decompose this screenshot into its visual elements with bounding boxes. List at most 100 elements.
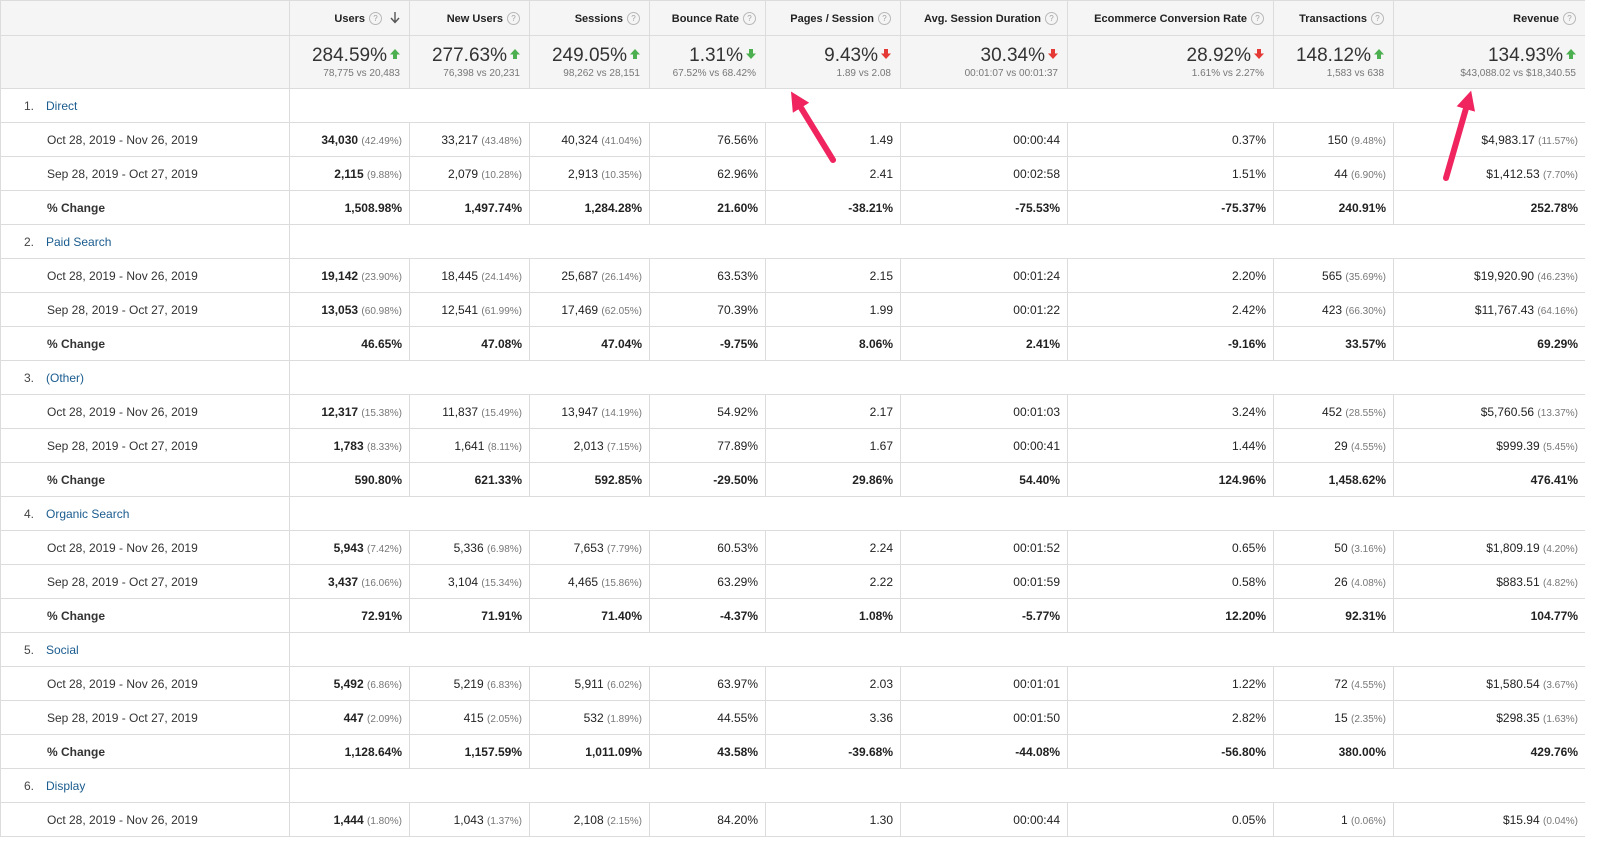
channel-link-organic-search[interactable]: Organic Search xyxy=(46,507,129,521)
help-icon[interactable]: ? xyxy=(627,11,640,25)
metric-share: (14.19%) xyxy=(601,407,642,419)
metric-value: 00:01:59 xyxy=(1013,574,1060,589)
metric-value: 532 xyxy=(583,710,604,725)
metric-value: 12.20% xyxy=(1225,608,1266,623)
metric-value: 00:02:58 xyxy=(1013,166,1060,181)
metric-cell-new-users: 415 (2.05%) xyxy=(409,700,530,735)
metric-cell-users: 72.91% xyxy=(289,598,410,633)
row-label: % Change xyxy=(0,734,290,769)
metric-cell-rev: $883.51 (4.82%) xyxy=(1393,564,1586,599)
metric-cell-asd: 2.41% xyxy=(900,326,1068,361)
metric-value: 0.58% xyxy=(1231,574,1266,589)
metric-value: 1,783 xyxy=(333,438,364,453)
row-label: Oct 28, 2019 - Nov 26, 2019 xyxy=(0,530,290,565)
metric-value: 63.53% xyxy=(717,268,758,283)
arrow-up-icon xyxy=(1566,48,1576,59)
metric-cell-new-users: 1,497.74% xyxy=(409,190,530,225)
metric-value: 565 xyxy=(1322,268,1343,283)
metric-value: 21.60% xyxy=(717,200,758,215)
column-header-row: Users? New Users? Sessions? Bounce Rate? Pag… xyxy=(0,0,1586,36)
channel-link-direct[interactable]: Direct xyxy=(46,99,77,113)
metric-cell-sessions: 1,011.09% xyxy=(529,734,650,769)
metric-share: (60.98%) xyxy=(361,305,402,317)
help-icon[interactable]: ? xyxy=(369,11,382,25)
metric-value: 50 xyxy=(1334,540,1348,555)
channel-link-display[interactable]: Display xyxy=(46,779,85,793)
metric-value: $1,809.19 xyxy=(1486,540,1540,555)
metric-value: 00:01:22 xyxy=(1013,302,1060,317)
column-header-asd[interactable]: Avg. Session Duration? xyxy=(900,0,1068,36)
metric-value: 5,943 xyxy=(333,540,364,555)
help-icon[interactable]: ? xyxy=(507,11,520,25)
metric-cell-trans: 423 (66.30%) xyxy=(1273,292,1394,327)
metric-value: 447 xyxy=(343,710,364,725)
metric-value: -29.50% xyxy=(713,472,758,487)
column-header-bounce[interactable]: Bounce Rate? xyxy=(649,0,766,36)
column-header-new-users[interactable]: New Users? xyxy=(409,0,530,36)
metric-value: 621.33% xyxy=(474,472,522,487)
report-table-container: Users? New Users? Sessions? Bounce Rate? Pag… xyxy=(0,0,1586,837)
metric-cell-pps: 2.22 xyxy=(765,564,901,599)
metric-value: 13,053 xyxy=(321,302,359,317)
row-label: % Change xyxy=(0,598,290,633)
metric-cell-sessions: 4,465 (15.86%) xyxy=(529,564,650,599)
metric-share: (7.42%) xyxy=(366,543,402,555)
metric-value: 63.97% xyxy=(717,676,758,691)
help-icon[interactable]: ? xyxy=(1563,11,1576,25)
column-header-sessions[interactable]: Sessions? xyxy=(529,0,650,36)
metric-cell-new-users: 1,157.59% xyxy=(409,734,530,769)
metric-cell-pps: 1.49 xyxy=(765,122,901,157)
metric-cell-asd: 00:01:50 xyxy=(900,700,1068,735)
metric-value: 1.49 xyxy=(869,132,893,147)
help-icon[interactable]: ? xyxy=(743,11,756,25)
metric-value: 77.89% xyxy=(717,438,758,453)
metric-value: 590.80% xyxy=(354,472,402,487)
metric-value: 2,115 xyxy=(334,166,364,181)
channel-link-social[interactable]: Social xyxy=(46,643,79,657)
metric-cell-ecr: 2.20% xyxy=(1067,258,1274,293)
help-icon[interactable]: ? xyxy=(1251,11,1264,25)
column-header-label: Avg. Session Duration xyxy=(924,12,1041,25)
column-header-rev[interactable]: Revenue? xyxy=(1393,0,1586,36)
metric-value: 2,013 xyxy=(573,438,604,453)
summary-change-text: 284.59% xyxy=(311,44,387,66)
metric-cell-rev: $5,760.56 (13.37%) xyxy=(1393,394,1586,429)
metric-cell-rev: $1,580.54 (3.67%) xyxy=(1393,666,1586,701)
column-header-pps[interactable]: Pages / Session? xyxy=(765,0,901,36)
metric-cell-pps: 1.30 xyxy=(765,802,901,837)
metric-cell-asd: 54.40% xyxy=(900,462,1068,497)
row-label: Oct 28, 2019 - Nov 26, 2019 xyxy=(0,258,290,293)
column-header-ecr[interactable]: Ecommerce Conversion Rate? xyxy=(1067,0,1274,36)
metric-value: 5,911 xyxy=(574,676,604,691)
group-spacer xyxy=(289,632,1586,667)
column-header-label: Pages / Session xyxy=(790,12,874,25)
metric-share: (6.86%) xyxy=(366,679,402,691)
metric-cell-bounce: 84.20% xyxy=(649,802,766,837)
metric-cell-ecr: 1.22% xyxy=(1067,666,1274,701)
metric-cell-trans: 150 (9.48%) xyxy=(1273,122,1394,157)
metric-value: 00:01:01 xyxy=(1013,676,1060,691)
metric-share: (4.08%) xyxy=(1350,577,1386,589)
sort-descending-icon[interactable] xyxy=(390,11,400,24)
channel-link-other[interactable]: (Other) xyxy=(46,371,84,385)
channel-link-paid-search[interactable]: Paid Search xyxy=(46,235,111,249)
metric-value: 2.22 xyxy=(869,574,893,589)
summary-change-value: 1.31% xyxy=(657,45,756,67)
summary-change-text: 9.43% xyxy=(824,44,878,66)
metric-value: 72.91% xyxy=(361,608,402,623)
column-header-users[interactable]: Users? xyxy=(289,0,410,36)
metric-cell-sessions: 71.40% xyxy=(529,598,650,633)
metric-cell-bounce: -9.75% xyxy=(649,326,766,361)
metric-cell-ecr: 124.96% xyxy=(1067,462,1274,497)
help-icon[interactable]: ? xyxy=(878,11,891,25)
metric-cell-ecr: -75.37% xyxy=(1067,190,1274,225)
metric-share: (1.80%) xyxy=(366,815,402,827)
help-icon[interactable]: ? xyxy=(1045,11,1058,25)
metric-value: -44.08% xyxy=(1015,744,1060,759)
metric-value: 1 xyxy=(1340,812,1348,827)
row-label: Oct 28, 2019 - Nov 26, 2019 xyxy=(0,394,290,429)
column-header-trans[interactable]: Transactions? xyxy=(1273,0,1394,36)
arrow-down-icon xyxy=(881,48,891,59)
help-icon[interactable]: ? xyxy=(1371,11,1384,25)
summary-change-value: 28.92% xyxy=(1075,45,1264,67)
